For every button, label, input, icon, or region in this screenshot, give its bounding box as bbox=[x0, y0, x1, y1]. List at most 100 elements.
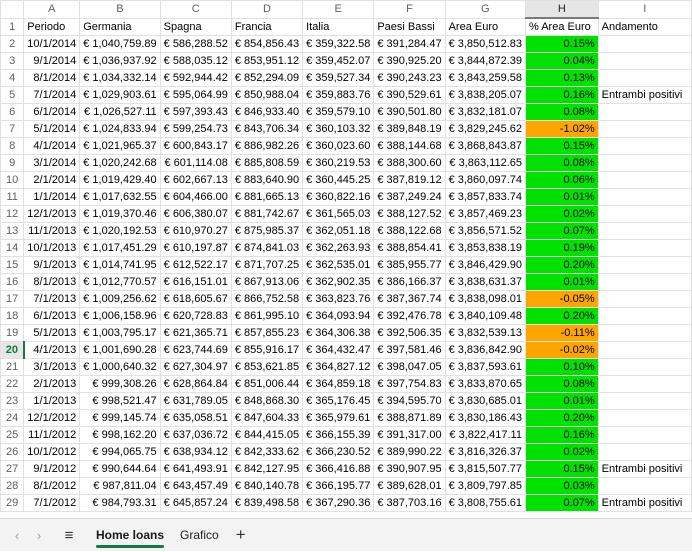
cell-spagna[interactable]: € 618,605.67 bbox=[159, 290, 232, 308]
cell-area-euro[interactable]: € 3,856,571.52 bbox=[444, 222, 526, 240]
cell-francia[interactable]: € 866,752.58 bbox=[230, 290, 304, 308]
cell-spagna[interactable]: € 635,058.51 bbox=[159, 409, 232, 427]
column-header-b[interactable]: B bbox=[79, 0, 161, 19]
cell-andamento[interactable] bbox=[597, 443, 692, 461]
cell-francia[interactable]: € 871,707.25 bbox=[230, 256, 304, 274]
cell-andamento[interactable] bbox=[597, 69, 692, 87]
cell-periodo[interactable]: 12/1/2013 bbox=[23, 205, 81, 223]
row-header[interactable]: 16 bbox=[0, 273, 25, 291]
cell-andamento[interactable]: Entrambi positivi bbox=[597, 494, 692, 512]
cell-periodo[interactable]: 3/1/2014 bbox=[23, 154, 81, 172]
column-header-h[interactable]: H bbox=[524, 0, 599, 19]
cell-periodo[interactable]: 10/1/2014 bbox=[23, 35, 81, 53]
cell-pct-area-euro[interactable]: -1.02% bbox=[524, 120, 599, 138]
cell-spagna[interactable]: € 645,857.24 bbox=[159, 494, 232, 512]
cell-periodo[interactable]: 11/1/2012 bbox=[23, 426, 81, 444]
cell-andamento[interactable]: Entrambi positivi bbox=[597, 460, 692, 478]
cell-area-euro[interactable]: € 3,843,259.58 bbox=[444, 69, 526, 87]
cell-francia[interactable]: € 875,985.37 bbox=[230, 222, 304, 240]
cell-francia[interactable]: € 857,855.23 bbox=[230, 324, 304, 342]
cell-spagna[interactable]: € 595,064.99 bbox=[159, 86, 232, 104]
row-header[interactable]: 23 bbox=[0, 392, 25, 410]
cell-periodo[interactable]: 6/1/2013 bbox=[23, 307, 81, 325]
cell-italia[interactable]: € 366,230.52 bbox=[302, 443, 375, 461]
cell-paesi-bassi[interactable]: € 388,300.60 bbox=[373, 154, 446, 172]
cell-spagna[interactable]: € 641,493.91 bbox=[159, 460, 232, 478]
cell-pct-area-euro[interactable]: 0.15% bbox=[524, 137, 599, 155]
cell-periodo[interactable]: 4/1/2013 bbox=[23, 341, 81, 359]
cell-area-euro[interactable]: € 3,857,469.23 bbox=[444, 205, 526, 223]
cell-andamento[interactable] bbox=[597, 477, 692, 495]
cell-italia[interactable]: € 364,859.18 bbox=[302, 375, 375, 393]
cell-andamento[interactable] bbox=[597, 426, 692, 444]
cell-periodo[interactable]: 12/1/2012 bbox=[23, 409, 81, 427]
cell-italia[interactable]: € 360,445.25 bbox=[302, 171, 375, 189]
cell-pct-area-euro[interactable]: 0.15% bbox=[524, 35, 599, 53]
cell-area-euro[interactable]: € 3,838,205.07 bbox=[444, 86, 526, 104]
cell-italia[interactable]: € 360,103.32 bbox=[302, 120, 375, 138]
cell-francia[interactable]: € 855,916.17 bbox=[230, 341, 304, 359]
row-header[interactable]: 1 bbox=[0, 17, 25, 36]
cell-pct-area-euro[interactable]: -0.11% bbox=[524, 324, 599, 342]
cell-andamento[interactable] bbox=[597, 103, 692, 121]
chevron-left-icon[interactable]: ‹ bbox=[6, 524, 28, 546]
cell-pct-area-euro[interactable]: 0.03% bbox=[524, 477, 599, 495]
cell-italia[interactable]: € 362,535.01 bbox=[302, 256, 375, 274]
cell-header-area-euro[interactable]: Area Euro bbox=[444, 17, 526, 36]
cell-germania[interactable]: € 990,644.64 bbox=[79, 460, 161, 478]
cell-header-spagna[interactable]: Spagna bbox=[159, 17, 232, 36]
cell-spagna[interactable]: € 600,843.17 bbox=[159, 137, 232, 155]
cell-spagna[interactable]: € 601,114.08 bbox=[159, 154, 232, 172]
cell-spagna[interactable]: € 599,254.73 bbox=[159, 120, 232, 138]
row-header[interactable]: 18 bbox=[0, 307, 25, 325]
cell-paesi-bassi[interactable]: € 392,506.35 bbox=[373, 324, 446, 342]
cell-italia[interactable]: € 366,416.88 bbox=[302, 460, 375, 478]
cell-periodo[interactable]: 6/1/2014 bbox=[23, 103, 81, 121]
row-header[interactable]: 22 bbox=[0, 375, 25, 393]
cell-francia[interactable]: € 840,140.78 bbox=[230, 477, 304, 495]
cell-andamento[interactable] bbox=[597, 341, 692, 359]
cell-francia[interactable]: € 852,294.09 bbox=[230, 69, 304, 87]
cell-spagna[interactable]: € 606,380.07 bbox=[159, 205, 232, 223]
cell-andamento[interactable] bbox=[597, 188, 692, 206]
cell-periodo[interactable]: 7/1/2012 bbox=[23, 494, 81, 512]
cell-francia[interactable]: € 847,604.33 bbox=[230, 409, 304, 427]
cell-area-euro[interactable]: € 3,809,797.85 bbox=[444, 477, 526, 495]
cell-area-euro[interactable]: € 3,868,843.87 bbox=[444, 137, 526, 155]
cell-germania[interactable]: € 1,009,256.62 bbox=[79, 290, 161, 308]
cell-italia[interactable]: € 359,527.34 bbox=[302, 69, 375, 87]
cell-germania[interactable]: € 1,026,527.11 bbox=[79, 103, 161, 121]
cell-germania[interactable]: € 1,019,370.46 bbox=[79, 205, 161, 223]
cell-andamento[interactable] bbox=[597, 35, 692, 53]
cell-andamento[interactable] bbox=[597, 256, 692, 274]
column-header-c[interactable]: C bbox=[159, 0, 232, 19]
cell-paesi-bassi[interactable]: € 390,243.23 bbox=[373, 69, 446, 87]
cell-andamento[interactable] bbox=[597, 375, 692, 393]
cell-andamento[interactable] bbox=[597, 409, 692, 427]
cell-germania[interactable]: € 1,034,332.14 bbox=[79, 69, 161, 87]
cell-spagna[interactable]: € 628,864.84 bbox=[159, 375, 232, 393]
cell-paesi-bassi[interactable]: € 387,819.12 bbox=[373, 171, 446, 189]
cell-periodo[interactable]: 2/1/2014 bbox=[23, 171, 81, 189]
cell-area-euro[interactable]: € 3,822,417.11 bbox=[444, 426, 526, 444]
cell-pct-area-euro[interactable]: 0.19% bbox=[524, 239, 599, 257]
cell-paesi-bassi[interactable]: € 394,595.70 bbox=[373, 392, 446, 410]
row-header[interactable]: 13 bbox=[0, 222, 25, 240]
cell-andamento[interactable] bbox=[597, 120, 692, 138]
cell-pct-area-euro[interactable]: 0.01% bbox=[524, 188, 599, 206]
row-header[interactable]: 21 bbox=[0, 358, 25, 376]
cell-francia[interactable]: € 874,841.03 bbox=[230, 239, 304, 257]
cell-paesi-bassi[interactable]: € 387,367.74 bbox=[373, 290, 446, 308]
cell-paesi-bassi[interactable]: € 389,628.01 bbox=[373, 477, 446, 495]
cell-area-euro[interactable]: € 3,808,755.61 bbox=[444, 494, 526, 512]
row-header[interactable]: 25 bbox=[0, 426, 25, 444]
cell-paesi-bassi[interactable]: € 390,501.80 bbox=[373, 103, 446, 121]
cell-andamento[interactable] bbox=[597, 137, 692, 155]
cell-germania[interactable]: € 1,006,158.96 bbox=[79, 307, 161, 325]
cell-area-euro[interactable]: € 3,832,539.13 bbox=[444, 324, 526, 342]
cell-andamento[interactable]: Entrambi positivi bbox=[597, 86, 692, 104]
cell-germania[interactable]: € 999,308.26 bbox=[79, 375, 161, 393]
cell-periodo[interactable]: 8/1/2014 bbox=[23, 69, 81, 87]
cell-pct-area-euro[interactable]: 0.15% bbox=[524, 460, 599, 478]
cell-spagna[interactable]: € 637,036.72 bbox=[159, 426, 232, 444]
